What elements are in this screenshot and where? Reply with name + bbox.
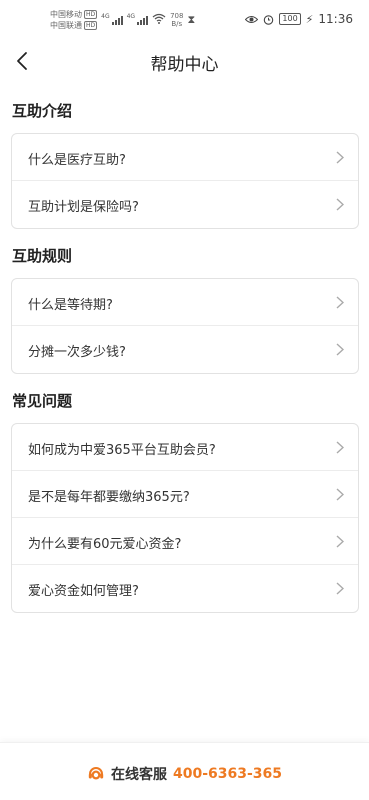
battery-icon: 100	[279, 13, 301, 25]
list-item-label: 是不是每年都要缴纳365元?	[28, 490, 190, 505]
chevron-right-icon	[336, 441, 344, 454]
list-item-label: 互助计划是保险吗?	[28, 200, 139, 215]
status-left: 中国移动 HD 中国联通 HD 4G 4G 708 B/s ⧗	[50, 9, 195, 31]
chevron-right-icon	[336, 151, 344, 164]
status-right: 100 ⚡ 11:36	[245, 12, 353, 26]
list-item[interactable]: 互助计划是保险吗?	[12, 181, 358, 228]
list-item-label: 如何成为中爱365平台互助会员?	[28, 443, 216, 458]
signal-icon: 4G	[127, 13, 149, 25]
alarm-icon	[264, 14, 274, 25]
list-item-label: 爱心资金如何管理?	[28, 584, 139, 599]
list-item[interactable]: 如何成为中爱365平台互助会员?	[12, 424, 358, 471]
section-card-faq: 如何成为中爱365平台互助会员? 是不是每年都要缴纳365元? 为什么要有60元…	[11, 423, 359, 613]
carrier-1: 中国移动	[50, 10, 82, 19]
hourglass-icon: ⧗	[187, 13, 196, 26]
chevron-right-icon	[336, 296, 344, 309]
list-item[interactable]: 什么是等待期?	[12, 279, 358, 326]
chevron-right-icon	[336, 582, 344, 595]
customer-service-button[interactable]: 在线客服 400-6363-365	[0, 764, 369, 784]
section-card-rules: 什么是等待期? 分摊一次多少钱?	[11, 278, 359, 374]
section-card-intro: 什么是医疗互助? 互助计划是保险吗?	[11, 133, 359, 229]
chevron-right-icon	[336, 198, 344, 211]
carrier-2: 中国联通	[50, 21, 82, 30]
section-title-faq: 常见问题	[12, 392, 73, 410]
list-item-label: 为什么要有60元爱心资金?	[28, 537, 182, 552]
status-bar: 中国移动 HD 中国联通 HD 4G 4G 708 B/s ⧗ 100 ⚡ 11…	[0, 0, 369, 42]
customer-service-icon	[88, 767, 104, 780]
chevron-right-icon	[336, 343, 344, 356]
chevron-right-icon	[336, 535, 344, 548]
section-title-intro: 互助介绍	[12, 102, 73, 120]
list-item-label: 什么是等待期?	[28, 298, 113, 313]
carrier-info: 中国移动 HD 中国联通 HD	[50, 9, 98, 31]
chevron-right-icon	[336, 488, 344, 501]
list-item[interactable]: 分摊一次多少钱?	[12, 326, 358, 373]
section-title-rules: 互助规则	[12, 247, 73, 265]
list-item[interactable]: 什么是医疗互助?	[12, 134, 358, 181]
clock: 11:36	[318, 12, 353, 26]
nav-header: 帮助中心	[0, 42, 369, 82]
customer-service-phone[interactable]: 400-6363-365	[173, 766, 282, 782]
list-item-label: 分摊一次多少钱?	[28, 345, 126, 360]
list-item[interactable]: 爱心资金如何管理?	[12, 565, 358, 612]
page-title: 帮助中心	[150, 55, 219, 75]
signal-icon: 4G	[101, 13, 123, 25]
customer-service-label: 在线客服	[110, 767, 167, 783]
hd-badge: HD	[84, 10, 98, 19]
eye-icon	[245, 15, 259, 23]
wifi-icon	[152, 13, 166, 24]
hd-badge: HD	[84, 21, 98, 30]
list-item[interactable]: 是不是每年都要缴纳365元?	[12, 471, 358, 518]
list-item-label: 什么是医疗互助?	[28, 153, 126, 168]
bottom-bar: 在线客服 400-6363-365	[0, 742, 369, 800]
list-item[interactable]: 为什么要有60元爱心资金?	[12, 518, 358, 565]
network-speed: 708 B/s	[170, 12, 184, 28]
charging-icon: ⚡	[305, 12, 314, 26]
